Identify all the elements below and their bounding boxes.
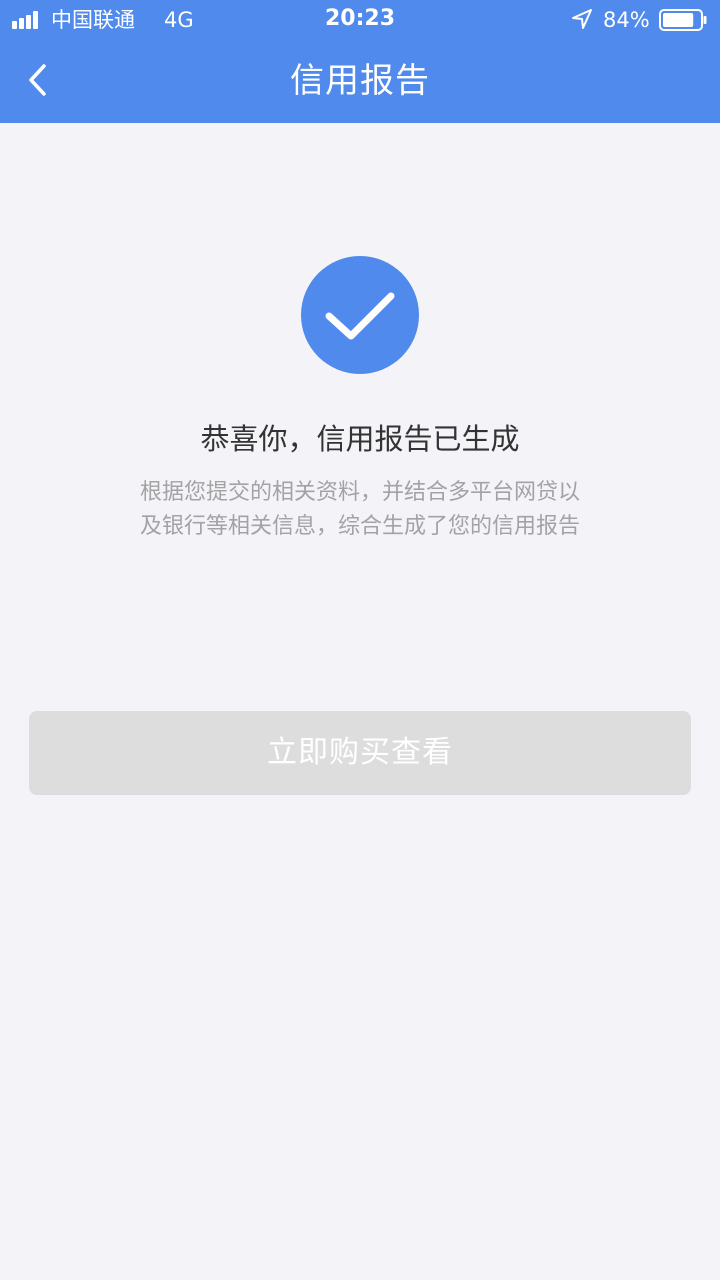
- success-description: 根据您提交的相关资料，并结合多平台网贷以 及银行等相关信息，综合生成了您的信用报…: [110, 476, 610, 544]
- status-time: 20:23: [324, 6, 396, 31]
- description-line-2: 及银行等相关信息，综合生成了您的信用报告: [139, 514, 580, 539]
- network-type: 4G: [164, 8, 194, 32]
- location-arrow-icon: [572, 9, 592, 29]
- carrier-name: 中国联通: [51, 8, 135, 32]
- top-bar: 中国联通 4G 20:23 84% 信用报告: [0, 0, 720, 123]
- success-headline: 恭喜你，信用报告已生成: [200, 422, 520, 456]
- battery-icon: [659, 9, 707, 31]
- battery-percent: 84%: [603, 8, 650, 32]
- page-title: 信用报告: [290, 61, 430, 101]
- signal-bars-icon: [12, 11, 38, 29]
- description-line-1: 根据您提交的相关资料，并结合多平台网贷以: [139, 480, 580, 505]
- buy-and-view-button[interactable]: 立即购买查看: [29, 711, 691, 795]
- chevron-left-icon[interactable]: [18, 56, 58, 104]
- navigation-bar: 信用报告: [0, 40, 720, 123]
- check-circle-icon: [301, 256, 419, 374]
- status-bar: 中国联通 4G 20:23 84%: [0, 0, 720, 40]
